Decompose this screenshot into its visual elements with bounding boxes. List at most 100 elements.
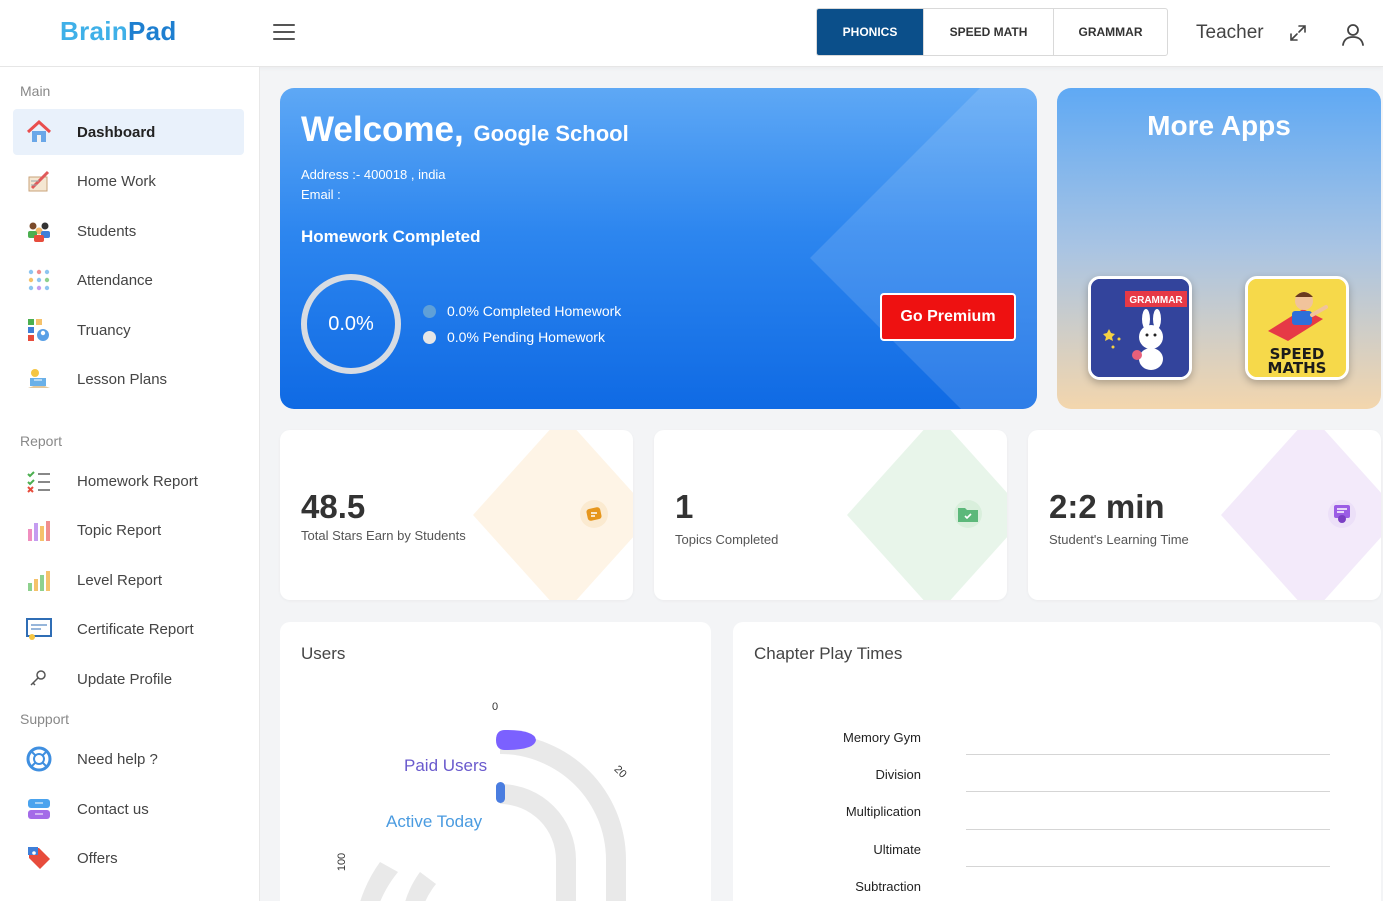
sidebar-item-label: Contact us [77,800,149,818]
app-logo[interactable]: BrainPad [60,16,177,47]
sidebar-item-level-report[interactable]: Level Report [13,557,244,603]
sidebar-item-label: Offers [77,849,118,867]
category-label: Subtraction [855,879,921,894]
sidebar-item-dashboard[interactable]: Dashboard [13,109,244,155]
school-name: Google School [473,121,629,146]
key-icon [25,665,53,693]
legend-completed-label: 0.0% Completed Homework [447,303,622,319]
sidebar-item-homework-report[interactable]: Homework Report [13,458,244,504]
sidebar-item-offers[interactable]: Offers [13,835,244,881]
tick-label: 100 [336,852,349,872]
sidebar-item-contact-us[interactable]: Contact us [13,786,244,832]
sidebar-item-home-work[interactable]: Home Work [13,158,244,204]
section-label-support: Support [20,711,70,727]
hamburger-menu-icon[interactable] [273,24,295,42]
sidebar-item-truancy[interactable]: Truancy [13,307,244,353]
stat-value: 2:2 min [1049,488,1165,525]
legend-completed: 0.0% Completed Homework [423,303,621,319]
tab-phonics[interactable]: PHONICS [817,9,923,55]
sidebar-item-label: Topic Report [77,521,162,539]
stat-card-learning-time: 2:2 min Student's Learning Time [1028,430,1381,600]
stat-card-topics: 1 Topics Completed [654,430,1007,600]
section-label-main: Main [20,83,51,99]
folder-check-icon [954,500,982,528]
chapter-play-times-panel: Chapter Play Times Memory Gym Division M… [733,622,1381,901]
app-tile-grammar[interactable]: GRAMMAR [1088,276,1192,380]
stat-value: 48.5 [301,488,366,525]
completed-dot-icon [423,304,436,318]
expand-icon[interactable] [1288,23,1308,43]
homework-completed-title: Homework Completed [301,227,481,246]
logo-text-brain: Brain [60,16,128,46]
school-email: Email : [301,187,341,202]
subject-tabs: PHONICS SPEED MATH GRAMMAR [816,8,1168,56]
app-tile-speed-maths[interactable]: SPEED MATHS [1245,276,1349,380]
house-icon [25,118,53,146]
legend-pending: 0.0% Pending Homework [423,329,605,345]
school-address: Address :- 400018 , india [301,167,446,182]
more-apps-title: More Apps [1147,110,1291,141]
go-premium-button[interactable]: Go Premium [880,293,1016,341]
sidebar-item-certificate-report[interactable]: Certificate Report [13,606,244,652]
truancy-icon [25,316,53,344]
legend-pending-label: 0.0% Pending Homework [447,329,605,345]
homework-progress-value: 0.0% [328,312,374,335]
paid-users-label: Paid Users [404,756,488,775]
certificate-icon [25,615,53,643]
active-today-label: Active Today [386,812,483,831]
user-icon[interactable] [1340,21,1366,47]
tab-speed-math[interactable]: SPEED MATH [923,9,1053,55]
star-badge-icon [580,500,608,528]
sidebar-item-label: Certificate Report [77,620,194,638]
sidebar-item-label: Need help ? [77,750,158,768]
background-diamond [810,88,1037,409]
students-icon [25,217,53,245]
lesson-plans-icon [25,365,53,393]
sidebar-item-label: Dashboard [77,123,156,141]
contact-icon [25,795,53,823]
section-label-report: Report [20,433,63,449]
sidebar-item-lesson-plans[interactable]: Lesson Plans [13,356,244,402]
certificate-ribbon-icon [1328,500,1356,528]
sidebar-item-update-profile[interactable]: Update Profile [13,656,244,702]
category-label: Memory Gym [843,730,921,745]
checklist-icon [25,467,53,495]
stat-value: 1 [675,488,694,525]
sidebar-item-attendance[interactable]: Attendance [13,257,244,303]
sidebar-item-topic-report[interactable]: Topic Report [13,507,244,553]
chapter-panel-title: Chapter Play Times [754,644,903,663]
sidebar-item-label: Attendance [77,271,153,289]
category-label: Division [875,767,921,782]
sidebar-item-need-help[interactable]: Need help ? [13,736,244,782]
sidebar-item-students[interactable]: Students [13,208,244,254]
lifebuoy-icon [25,745,53,773]
grid-line [966,754,1330,755]
pending-dot-icon [423,330,436,344]
sidebar-item-label: Level Report [77,571,163,589]
grammar-bunny-icon: GRAMMAR [1091,279,1189,377]
sidebar-item-label: Homework Report [77,472,198,490]
level-chart-icon [25,566,53,594]
category-label: Multiplication [845,804,921,819]
users-panel: Users Paid Users Active Today 0 20 100 [280,622,711,901]
sidebar-item-label: Truancy [77,321,131,339]
speed-maths-hero-icon: SPEED MATHS [1248,279,1346,377]
grid-line [966,866,1330,867]
tag-icon [25,844,53,872]
welcome-card: Welcome, Google School Address :- 400018… [280,88,1037,409]
welcome-greeting: Welcome, [301,110,464,149]
stat-label: Student's Learning Time [1049,532,1189,547]
tick-label: 0 [492,701,499,713]
speed-maths-tile-text-2: MATHS [1268,359,1327,377]
grid-line [966,829,1330,830]
notebook-icon [25,167,53,195]
welcome-heading: Welcome, Google School [301,110,629,150]
sidebar: Main Dashboard Home Work Students Attend… [0,67,260,901]
tab-grammar[interactable]: GRAMMAR [1053,9,1167,55]
attendance-icon [25,266,53,294]
homework-progress-ring: 0.0% [301,274,401,374]
user-role-label: Teacher [1196,22,1264,43]
bar-chart-icon [25,516,53,544]
top-bar: BrainPad PHONICS SPEED MATH GRAMMAR Teac… [0,0,1383,67]
category-label: Ultimate [873,842,921,857]
